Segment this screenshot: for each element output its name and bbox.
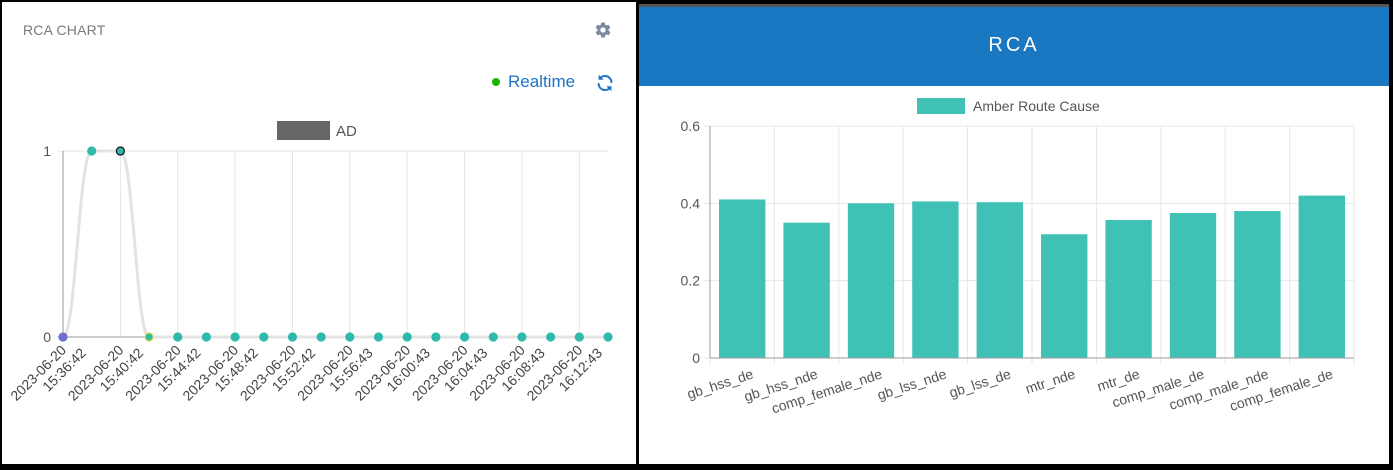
- bar-comp_male_nde: [1234, 211, 1281, 358]
- y-tick-label: 0.4: [681, 195, 701, 211]
- data-point: [345, 332, 355, 342]
- y-tick-label: 0.2: [681, 273, 701, 289]
- data-point: [173, 332, 183, 342]
- data-point: [459, 332, 470, 342]
- data-point: [287, 332, 298, 342]
- rca-chart-panel: RCA CHART Realtime 2023-06-2015:36:42 202…: [2, 2, 636, 464]
- legend-label: Amber Route Cause: [973, 98, 1100, 114]
- legend-label: AD: [336, 123, 357, 140]
- data-point: [259, 332, 269, 342]
- data-point: [402, 332, 412, 342]
- bar-mtr_de: [1105, 219, 1152, 358]
- bar-gb_hss_nde: [783, 222, 830, 358]
- bar-gb_lss_de: [976, 202, 1023, 358]
- data-point: [546, 332, 556, 342]
- legend-swatch: [917, 98, 965, 114]
- data-point: [58, 332, 68, 342]
- data-point: [517, 332, 527, 342]
- data-point: [230, 332, 240, 342]
- data-point: [316, 332, 326, 342]
- x-tick-label: gb_lss_de: [947, 366, 1013, 401]
- data-point: [373, 332, 384, 342]
- x-tick-label: gb_lss_nde: [875, 366, 948, 403]
- bar-mtr_nde: [1041, 234, 1088, 358]
- data-point: [144, 332, 154, 342]
- bar-gb_lss_nde: [912, 201, 959, 358]
- bar-comp_male_de: [1169, 213, 1217, 358]
- data-point: [603, 332, 613, 342]
- rca-bar-panel: RCA gb_hss_de gb_hss_nde comp_female_nde gb…: [639, 4, 1389, 464]
- data-point: [574, 332, 584, 342]
- data-point: [431, 332, 441, 342]
- series-line-ad: [61, 149, 608, 339]
- bar-gb_hss_de: [719, 199, 766, 358]
- bar-comp_female_nde: [847, 203, 895, 358]
- bar-comp_female_de: [1298, 195, 1345, 358]
- bar-chart: gb_hss_degb_hss_ndecomp_female_ndegb_lss…: [681, 98, 1355, 416]
- line-chart: 2023-06-2015:36:422023-06-2015:40:422023…: [7, 121, 613, 404]
- y-tick-label: 0.6: [681, 118, 701, 134]
- data-point: [488, 332, 498, 342]
- data-point: [201, 332, 212, 342]
- y-tick-label: 1: [43, 143, 51, 159]
- data-point: [115, 146, 125, 156]
- data-point: [87, 146, 97, 156]
- y-tick-label: 0: [692, 350, 700, 366]
- x-tick-label: mtr_nde: [1023, 366, 1077, 397]
- legend-swatch: [277, 121, 330, 140]
- y-tick-label: 0: [43, 329, 51, 345]
